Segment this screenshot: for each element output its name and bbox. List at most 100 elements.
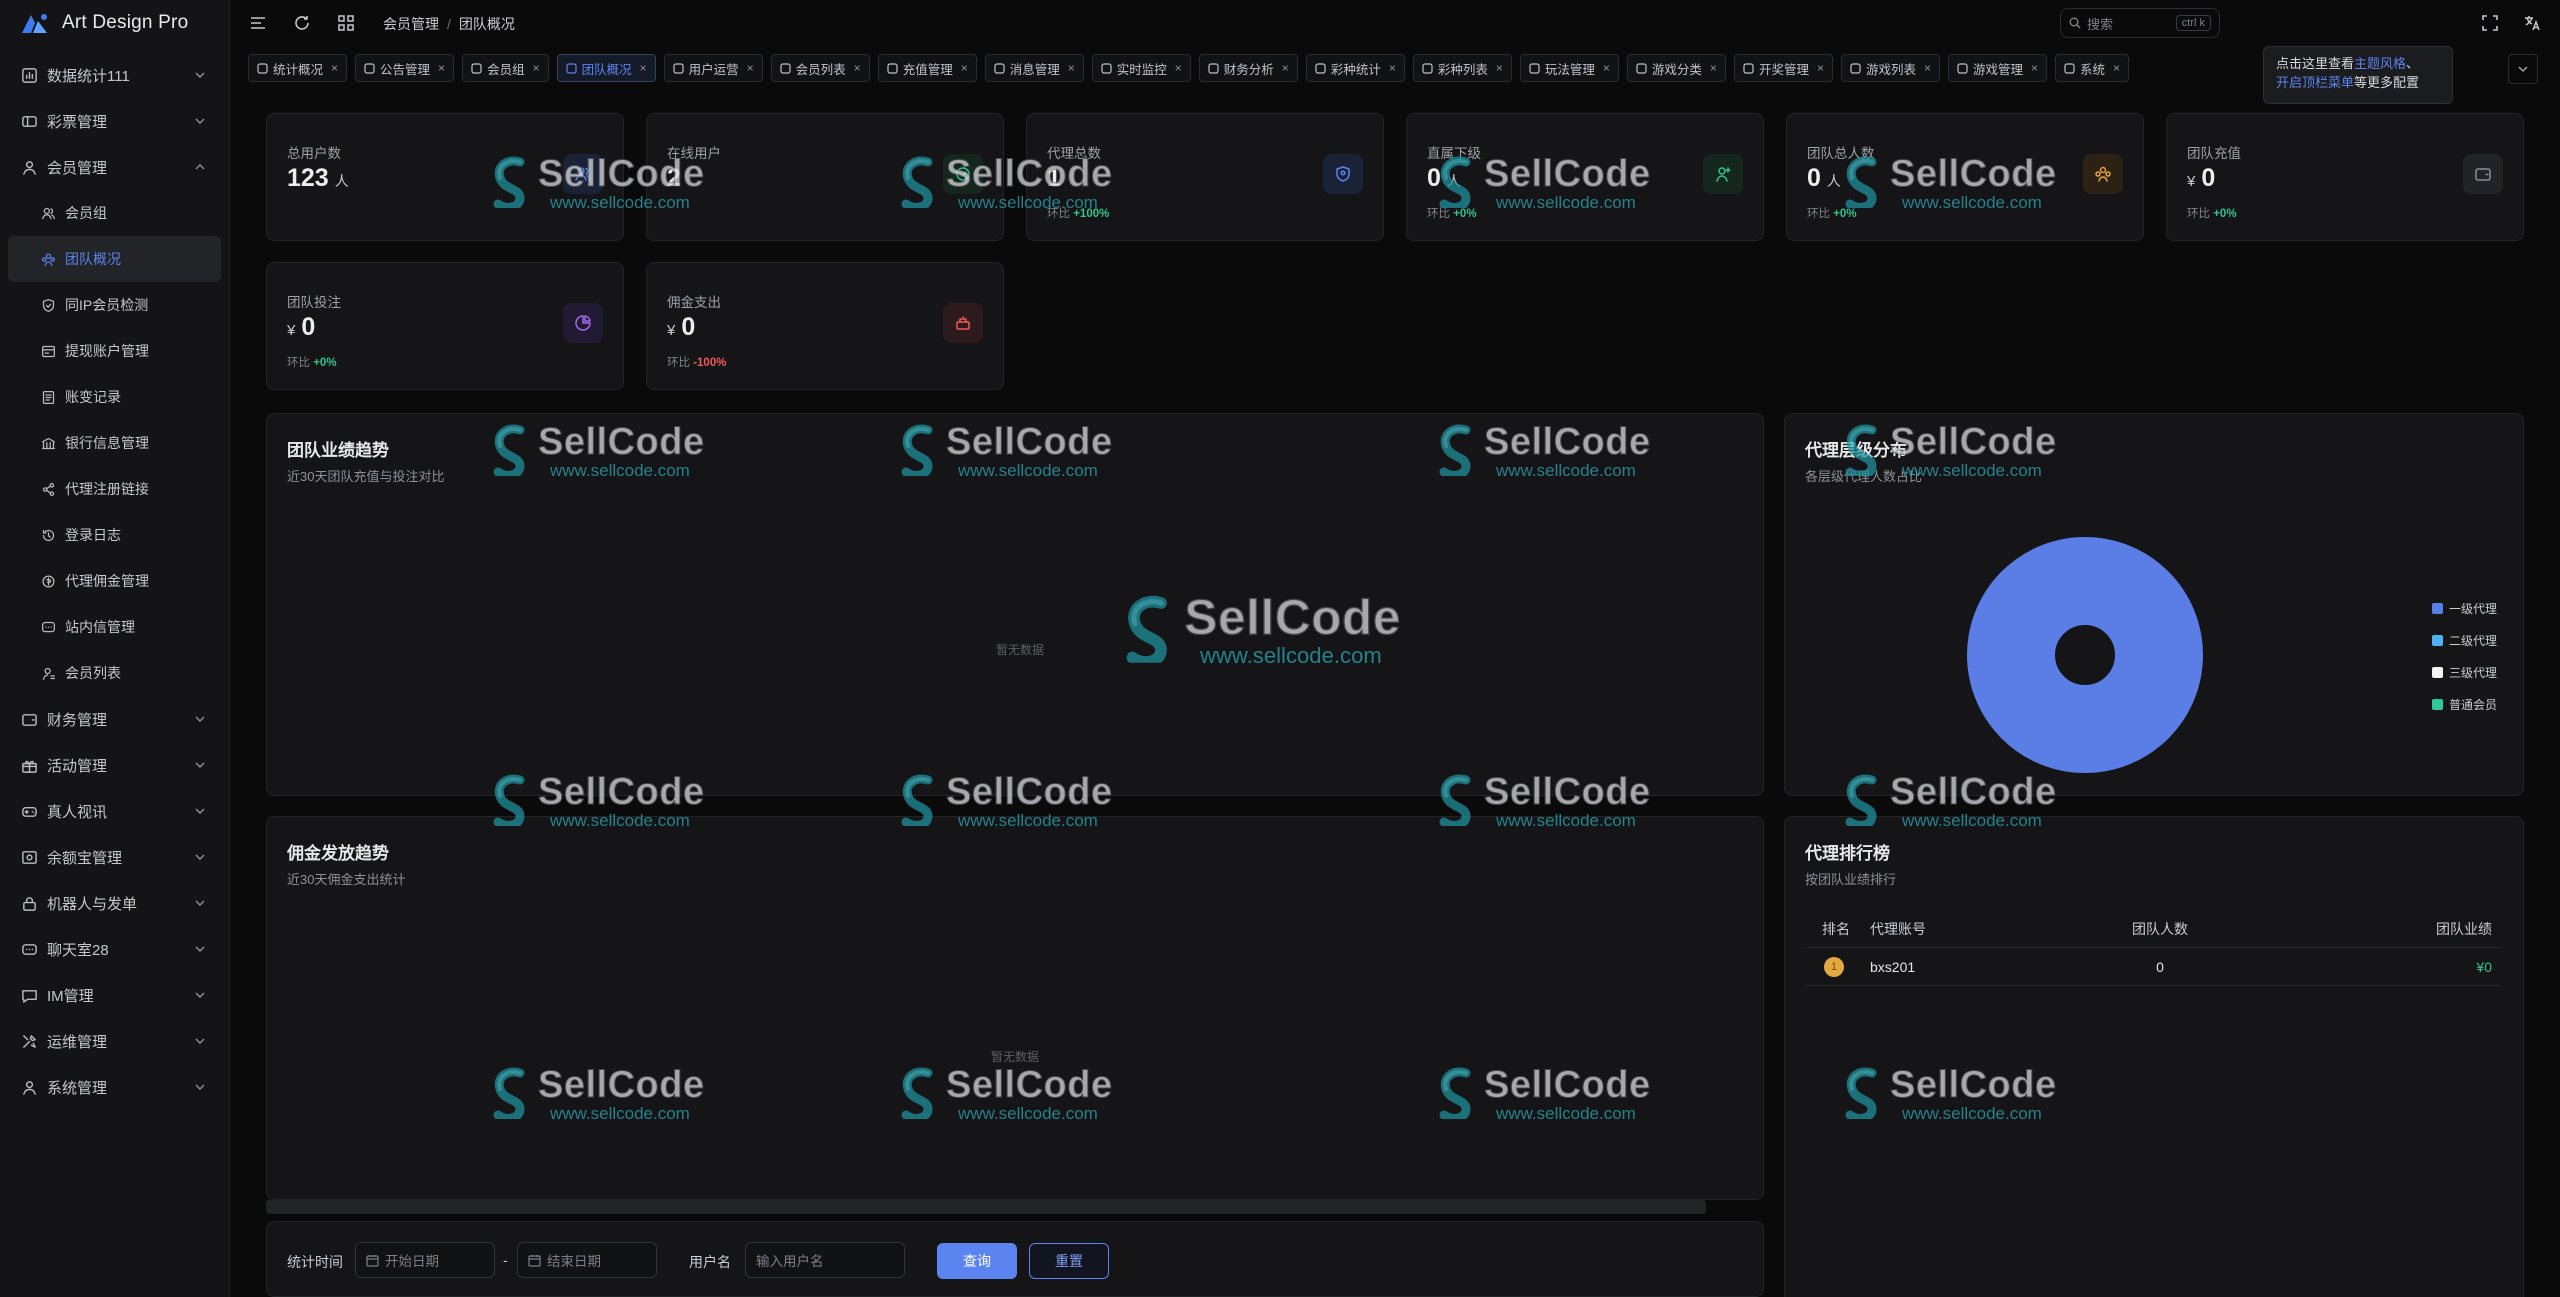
menu-toggle-icon[interactable] [248, 13, 268, 33]
sidebar-item-sub-0[interactable]: 会员组 [0, 190, 229, 236]
tab-12[interactable]: 玩法管理 × [1519, 54, 1619, 82]
legend-item-2[interactable]: 三级代理 [2432, 656, 2497, 688]
legend-item-1[interactable]: 二级代理 [2432, 624, 2497, 656]
sidebar-item-label: 提现账户管理 [65, 343, 149, 359]
tab-close-icon[interactable]: × [854, 61, 861, 75]
tab-2[interactable]: 会员组 × [462, 54, 549, 82]
stat-icon-box [1703, 154, 1743, 194]
sidebar-item-bottom-4[interactable]: 机器人与发单 [0, 880, 229, 926]
pie-slice-0[interactable] [1967, 537, 2203, 773]
tab-label: 彩种统计 [1330, 62, 1381, 77]
tab-0[interactable]: 统计概况 × [248, 54, 348, 82]
sidebar-item-bottom-6[interactable]: IM管理 [0, 972, 229, 1018]
tab-1[interactable]: 公告管理 × [355, 54, 455, 82]
tooltip-topmenu-link[interactable]: 开启顶栏菜单 [2276, 75, 2354, 90]
tab-15[interactable]: 游戏列表 × [1840, 54, 1940, 82]
stat-value: 0 [2201, 164, 2216, 192]
tab-10[interactable]: 彩种统计 × [1305, 54, 1405, 82]
sidebar-item-sub-9[interactable]: 站内信管理 [0, 604, 229, 650]
share-icon-wrap [40, 481, 56, 497]
start-date-input[interactable]: 开始日期 [355, 1242, 495, 1278]
refresh-icon[interactable] [292, 13, 312, 33]
sidebar-item-sub-8[interactable]: 代理佣金管理 [0, 558, 229, 604]
sidebar-item-sub-2[interactable]: 同IP会员检测 [0, 282, 229, 328]
change-value: -100% [693, 357, 727, 369]
sidebar-item-sub-1[interactable]: 团队概况 [8, 236, 221, 282]
tab-close-icon[interactable]: × [1496, 61, 1503, 75]
username-input[interactable]: 输入用户名 [745, 1242, 905, 1278]
tab-close-icon[interactable]: × [1068, 61, 1075, 75]
translate-icon[interactable] [2522, 13, 2542, 33]
table-row[interactable]: 1 bxs201 0 ¥0 [1806, 948, 2502, 986]
query-button[interactable]: 查询 [937, 1243, 1017, 1279]
tab-close-icon[interactable]: × [533, 61, 540, 75]
tooltip-theme-link[interactable]: 主题风格 [2354, 56, 2406, 71]
system-user-icon [22, 1080, 36, 1095]
tab-close-icon[interactable]: × [2031, 61, 2038, 75]
tab-6[interactable]: 充值管理 × [877, 54, 977, 82]
pie-legend: 一级代理二级代理 三级代理 普通会员 [2432, 592, 2497, 720]
sidebar-item-sub-10[interactable]: 会员列表 [0, 650, 229, 696]
tab-close-icon[interactable]: × [1603, 61, 1610, 75]
sidebar-item-sub-4[interactable]: 账变记录 [0, 374, 229, 420]
tab-13[interactable]: 游戏分类 × [1626, 54, 1726, 82]
tab-more-chevron-icon[interactable] [2508, 54, 2538, 84]
sidebar-item-bottom-1[interactable]: 活动管理 [0, 742, 229, 788]
sidebar-item-bottom-7[interactable]: 运维管理 [0, 1018, 229, 1064]
search-input[interactable]: 搜索 ctrl k [2060, 8, 2220, 38]
tab-5[interactable]: 会员列表 × [770, 54, 870, 82]
sidebar-item-top-2[interactable]: 会员管理 [0, 144, 229, 190]
tab-close-icon[interactable]: × [331, 61, 338, 75]
tab-close-icon[interactable]: × [747, 61, 754, 75]
tab-close-icon[interactable]: × [1175, 61, 1182, 75]
grid-icon[interactable] [336, 13, 356, 33]
tab-icon [1422, 62, 1433, 74]
stat-label: 团队总人数 [1807, 146, 1875, 161]
tab-icon [1529, 62, 1540, 74]
tab-close-icon[interactable]: × [1710, 61, 1717, 75]
tab-close-icon[interactable]: × [438, 61, 445, 75]
sidebar-item-top-0[interactable]: 数据统计111 [0, 52, 229, 98]
reset-button[interactable]: 重置 [1029, 1243, 1109, 1279]
tab-close-icon[interactable]: × [2113, 61, 2120, 75]
breadcrumb-parent[interactable]: 会员管理 [383, 14, 439, 34]
tab-close-icon[interactable]: × [961, 61, 968, 75]
tab-close-icon[interactable]: × [640, 61, 647, 75]
sidebar-item-bottom-2[interactable]: 真人视讯 [0, 788, 229, 834]
tab-close-icon[interactable]: × [1282, 61, 1289, 75]
change-value: +0% [2213, 208, 2237, 220]
tab-close-icon[interactable]: × [1924, 61, 1931, 75]
tab-3[interactable]: 团队概况 × [556, 54, 656, 82]
tab-11[interactable]: 彩种列表 × [1412, 54, 1512, 82]
sidebar-item-sub-7[interactable]: 登录日志 [0, 512, 229, 558]
tab-7[interactable]: 消息管理 × [984, 54, 1084, 82]
legend-item-3[interactable]: 普通会员 [2432, 688, 2497, 720]
tab-17[interactable]: 系统 × [2055, 54, 2130, 82]
tab-close-icon[interactable]: × [1389, 61, 1396, 75]
tools-icon [22, 1034, 36, 1048]
stat-label: 佣金支出 [667, 295, 721, 310]
tab-4[interactable]: 用户运营 × [663, 54, 763, 82]
sidebar-item-sub-5[interactable]: 银行信息管理 [0, 420, 229, 466]
tab-16[interactable]: 游戏管理 × [1948, 54, 2048, 82]
legend-item-0[interactable]: 一级代理 [2432, 592, 2497, 624]
stat-change: 环比 +0% [1427, 205, 1477, 221]
sidebar-item-top-1[interactable]: 彩票管理 [0, 98, 229, 144]
sidebar-item-bottom-0[interactable]: 财务管理 [0, 696, 229, 742]
brand[interactable]: Art Design Pro [0, 0, 229, 46]
end-date-input[interactable]: 结束日期 [517, 1242, 657, 1278]
tab-14[interactable]: 开奖管理 × [1733, 54, 1833, 82]
fullscreen-icon[interactable] [2480, 13, 2500, 33]
sidebar-item-label: 余额宝管理 [47, 849, 123, 867]
sidebar-item-sub-3[interactable]: 提现账户管理 [0, 328, 229, 374]
tab-close-icon[interactable]: × [1817, 61, 1824, 75]
sidebar-item-bottom-5[interactable]: 聊天室28 [0, 926, 229, 972]
sidebar-item-bottom-8[interactable]: 系统管理 [0, 1064, 229, 1110]
tab-8[interactable]: 实时监控 × [1091, 54, 1191, 82]
horizontal-scrollbar[interactable] [266, 1200, 1706, 1214]
sidebar-item-sub-6[interactable]: 代理注册链接 [0, 466, 229, 512]
stat-value: 0 [1427, 164, 1441, 192]
legend-label: 一级代理 [2449, 601, 2498, 616]
tab-9[interactable]: 财务分析 × [1198, 54, 1298, 82]
sidebar-item-bottom-3[interactable]: 余额宝管理 [0, 834, 229, 880]
